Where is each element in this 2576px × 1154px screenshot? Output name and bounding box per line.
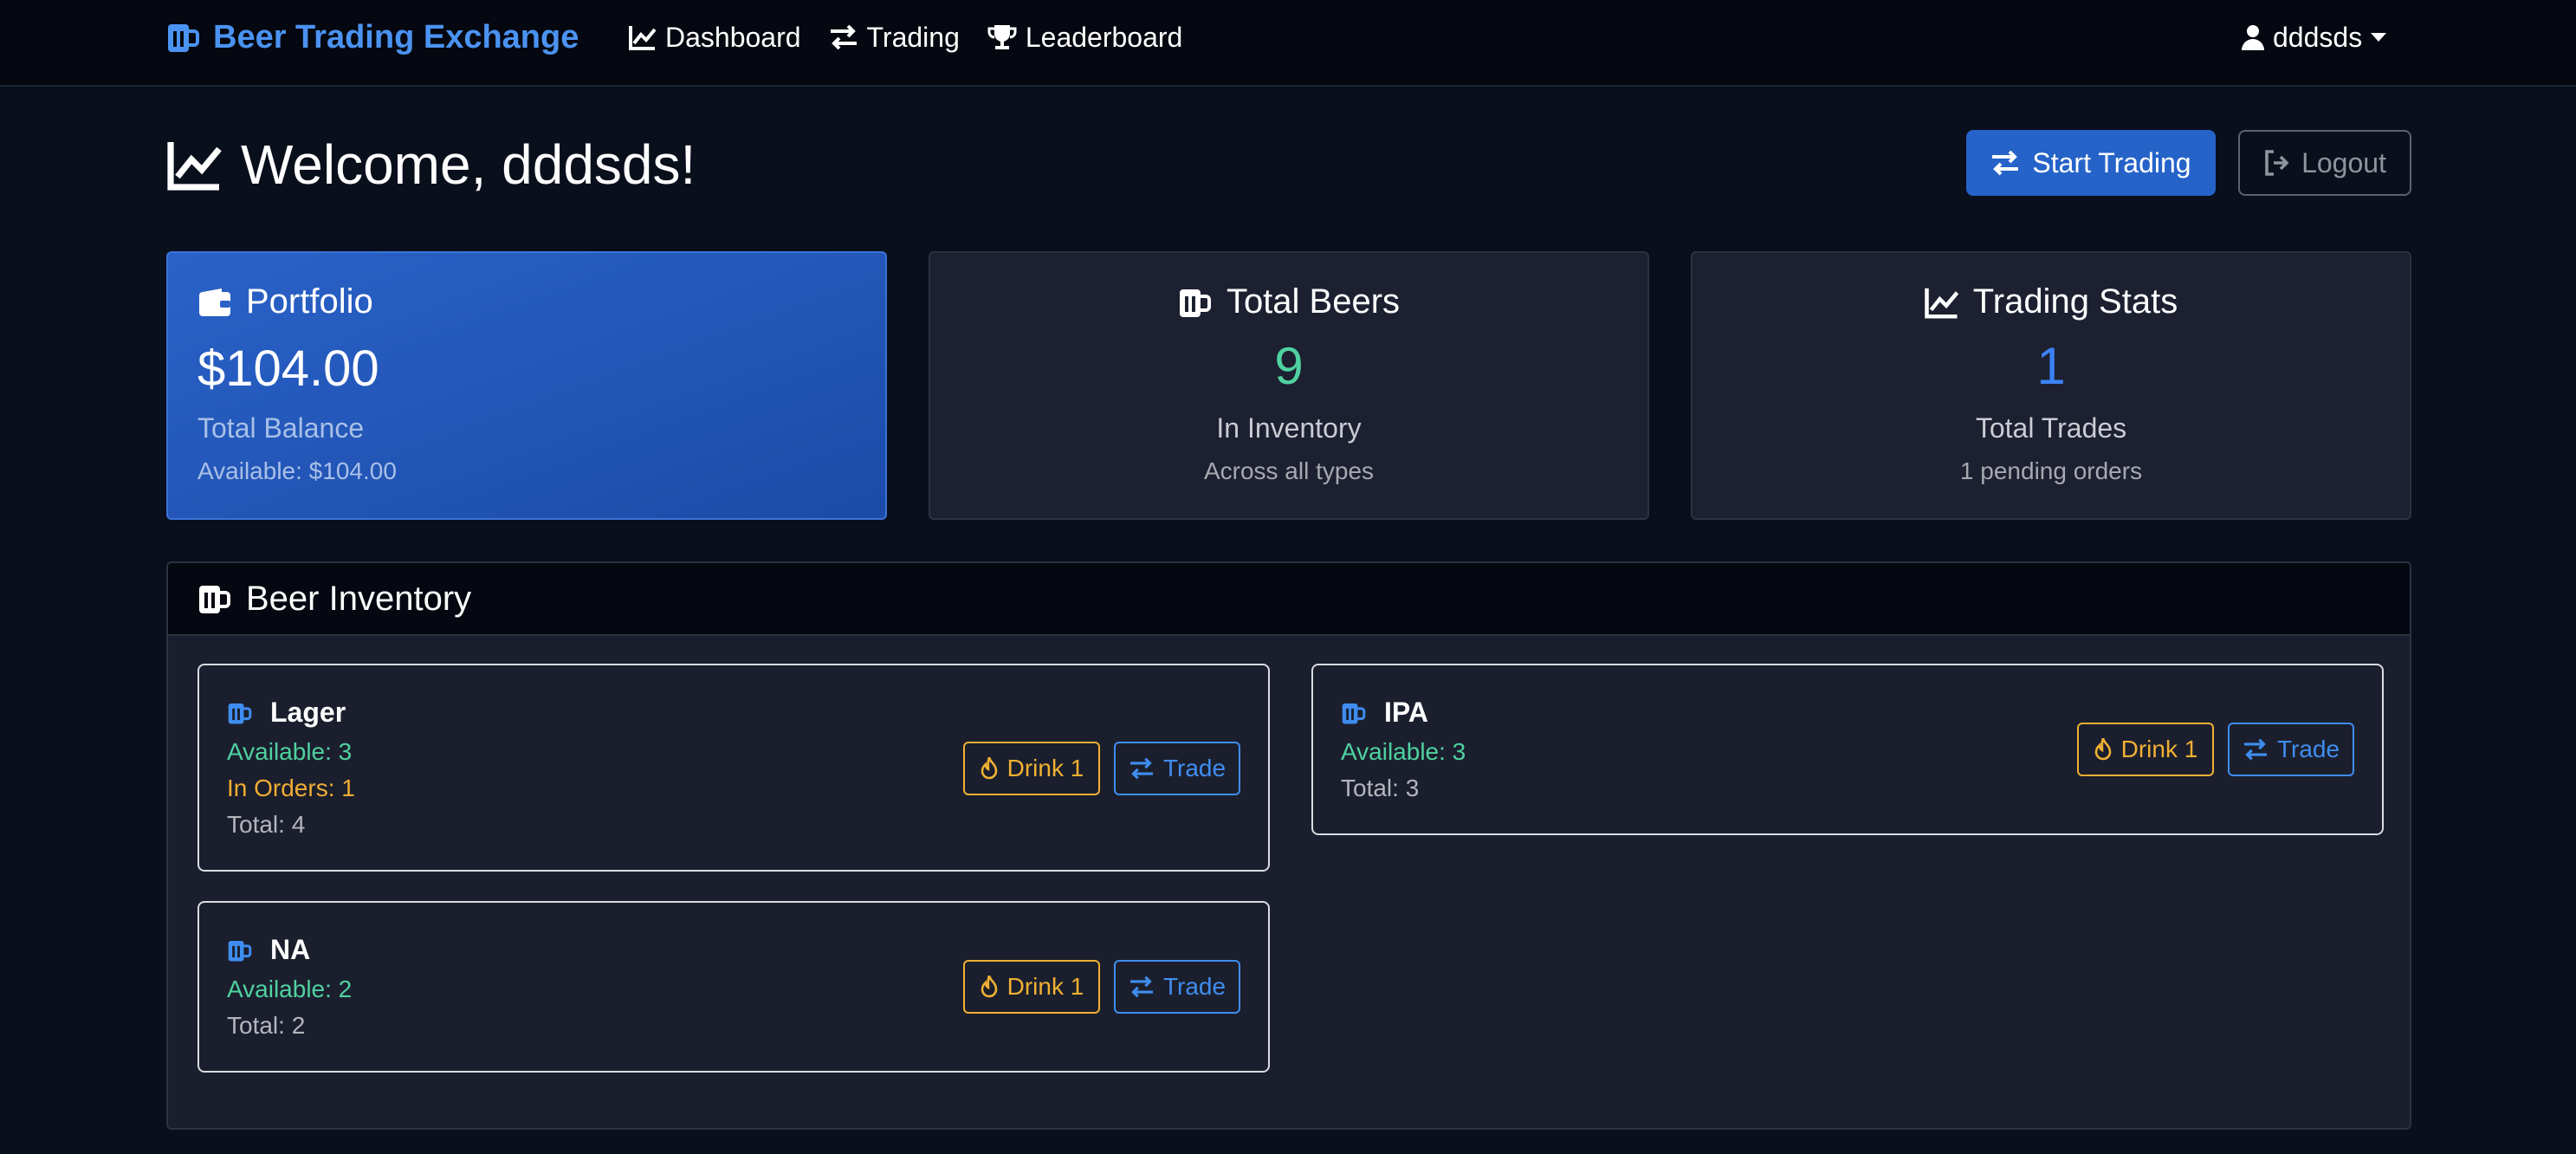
beer-name-row: IPA [1341,697,1428,729]
page-title: Welcome, dddsds! [166,132,696,198]
nav-dashboard-label: Dashboard [665,21,801,53]
drink-button[interactable]: Drink 1 [2077,723,2214,776]
brand-link[interactable]: Beer Trading Exchange [166,16,579,59]
trophy-icon [987,23,1017,51]
trade-button[interactable]: Trade [2228,723,2354,776]
beer-name: NA [270,934,311,965]
beer-available: Available: 2 [227,976,353,1002]
chart-line-icon [629,24,657,50]
drink-button[interactable]: Drink 1 [963,742,1100,795]
nav-links: Dashboard Trading Leaderboard [629,16,1210,59]
beer-mug-icon [197,582,232,615]
nav-leaderboard-label: Leaderboard [1025,21,1183,53]
exchange-arrows-icon [1129,976,1155,998]
fire-icon [2094,738,2113,761]
logout-label: Logout [2301,146,2386,178]
exchange-arrows-icon [1990,150,2020,176]
trading-stats-title: Trading Stats [1972,282,2178,321]
nav-dashboard[interactable]: Dashboard [629,22,801,54]
drink-label: Drink 1 [1006,755,1084,781]
chart-line-icon [166,139,223,191]
caret-down-icon [2371,33,2387,42]
total-beers-card-title: Total Beers [930,282,1647,321]
beer-name-row: Lager [227,697,346,729]
beer-available: Available: 3 [1341,738,1466,765]
beer-total: Total: 2 [227,1012,306,1039]
portfolio-card-title: Portfolio [197,282,373,321]
beer-available: Available: 3 [227,738,353,765]
beer-mug-icon [227,701,253,725]
portfolio-label: Total Balance [197,412,365,444]
exchange-arrows-icon [829,24,858,50]
beer-mug-icon [227,938,253,963]
beer-total: Total: 3 [1341,775,1420,801]
trade-button[interactable]: Trade [1114,742,1240,795]
user-menu-dropdown[interactable]: dddsds [2242,16,2387,59]
beer-mug-icon [1178,286,1213,319]
portfolio-card: Portfolio $104.00 Total Balance Availabl… [166,251,887,520]
beer-item-na: NA Available: 2 Total: 2 Drink 1 Trade [197,901,1270,1073]
nav-trading-label: Trading [866,21,960,53]
total-beers-value: 9 [1274,337,1304,395]
total-beers-label: In Inventory [1216,412,1362,444]
nav-trading[interactable]: Trading [829,22,960,54]
trade-label: Trade [1162,755,1227,781]
pending-orders-text: 1 pending orders [1959,457,2143,484]
fire-icon [980,976,999,998]
username: dddsds [2273,21,2363,53]
total-beers-card: Total Beers 9 In Inventory Across all ty… [929,251,1649,520]
navbar: Beer Trading Exchange Dashboard Trading … [0,0,2576,87]
nav-leaderboard[interactable]: Leaderboard [987,22,1182,54]
exchange-arrows-icon [1129,757,1155,780]
brand-name: Beer Trading Exchange [213,18,579,55]
logout-button[interactable]: Logout [2238,130,2411,196]
exchange-arrows-icon [2243,738,2269,761]
trade-button[interactable]: Trade [1114,960,1240,1014]
fire-icon [980,757,999,780]
beer-total: Total: 4 [227,811,306,838]
beer-name: IPA [1384,697,1428,728]
total-trades-label: Total Trades [1975,412,2127,444]
beer-mug-icon [166,21,201,54]
drink-label: Drink 1 [2120,736,2198,762]
user-icon [2242,24,2264,50]
portfolio-value: $104.00 [197,340,379,397]
beer-name: Lager [270,697,346,728]
beer-item-ipa: IPA Available: 3 Total: 3 Drink 1 Trade [1311,664,2384,835]
sign-out-icon [2263,150,2291,176]
start-trading-label: Start Trading [2032,146,2191,178]
beer-in-orders: In Orders: 1 [227,775,355,801]
trading-stats-card: Trading Stats 1 Total Trades 1 pending o… [1691,251,2411,520]
start-trading-button[interactable]: Start Trading [1966,130,2216,196]
chart-line-icon [1925,286,1959,319]
total-beers-sub: Across all types [1203,457,1375,484]
beer-item-lager: Lager Available: 3 In Orders: 1 Total: 4… [197,664,1270,872]
drink-label: Drink 1 [1006,973,1084,1000]
total-trades-value: 1 [2036,337,2066,395]
beer-inventory-header: Beer Inventory [168,563,2410,636]
portfolio-available: Available: $104.00 [197,457,397,484]
portfolio-title: Portfolio [246,282,373,321]
wallet-icon [197,287,232,318]
trade-label: Trade [2276,736,2340,762]
trading-stats-card-title: Trading Stats [1693,282,2410,321]
welcome-text: Welcome, dddsds! [241,133,696,196]
drink-button[interactable]: Drink 1 [963,960,1100,1014]
beer-mug-icon [1341,701,1367,725]
beer-name-row: NA [227,934,310,966]
beer-inventory-title: Beer Inventory [246,579,472,618]
trade-label: Trade [1162,973,1227,1000]
beer-inventory-panel: Beer Inventory Lager Available: 3 In Ord… [166,561,2411,1130]
total-beers-title: Total Beers [1226,282,1401,321]
